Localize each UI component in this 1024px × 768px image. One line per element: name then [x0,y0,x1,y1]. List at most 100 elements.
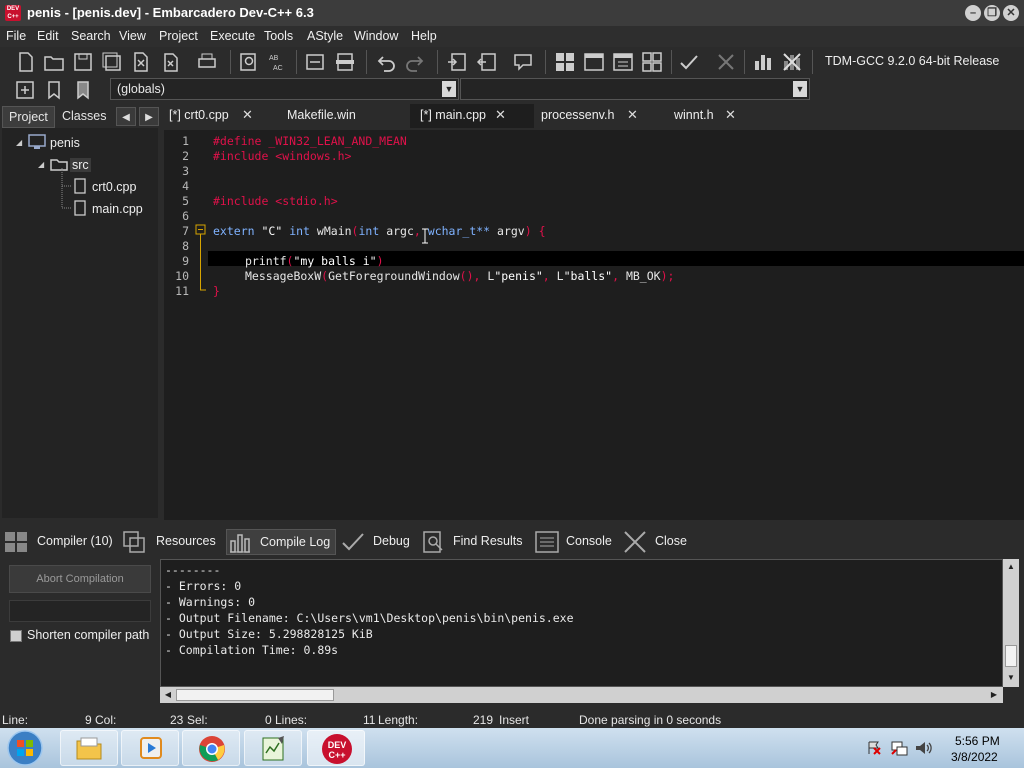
tab-processenv[interactable]: processenv.h [541,108,614,122]
start-button-icon[interactable] [3,729,47,767]
scroll-right-icon[interactable]: ▶ [987,688,1001,702]
close-tab-icon[interactable]: ✕ [242,107,253,123]
syntax-check-icon[interactable] [678,51,700,73]
menu-help[interactable]: Help [411,29,437,43]
menu-astyle[interactable]: AStyle [307,29,343,43]
menu-edit[interactable]: Edit [37,29,59,43]
function-combo[interactable]: ▼ [460,78,810,100]
close-all-icon[interactable] [159,51,181,73]
taskbar-explorer[interactable] [60,730,118,766]
clock-date[interactable]: 3/8/2022 [951,750,998,764]
scroll-down-icon[interactable]: ▼ [1004,671,1018,685]
indent-icon[interactable] [446,51,468,73]
save-icon[interactable] [72,51,94,73]
chevron-left-icon[interactable]: ◀ [116,107,136,126]
compile-run-icon[interactable] [612,51,634,73]
taskbar-media-player[interactable] [121,730,179,766]
clock-time[interactable]: 5:56 PM [955,734,1000,748]
tab-classes[interactable]: Classes [56,106,112,126]
replace-icon[interactable]: AB AC [267,51,289,73]
taskbar-notepad[interactable] [244,730,302,766]
maximize-button[interactable]: ❐ [984,5,1000,21]
scroll-left-icon[interactable]: ◀ [161,688,175,702]
open-folder-icon[interactable] [43,51,65,73]
taskbar-chrome[interactable] [182,730,240,766]
new-file-icon[interactable] [15,51,37,73]
tab-makefile[interactable]: Makefile.win [287,108,356,122]
delete-profile-icon[interactable] [781,51,803,73]
tab-find-results[interactable]: Find Results [421,529,527,555]
menu-tools[interactable]: Tools [264,29,293,43]
close-tab-icon[interactable]: ✕ [627,107,638,123]
close-tab-icon[interactable]: ✕ [725,107,736,123]
chevron-down-icon[interactable]: ▼ [442,81,456,97]
tab-winnt[interactable]: winnt.h [674,108,714,122]
compile-log-output[interactable]: -------- - Errors: 0 - Warnings: 0 - Out… [160,559,1003,687]
bookmark-icon[interactable] [43,79,65,101]
stop-execution-icon[interactable] [715,51,737,73]
tab-debug-label: Debug [373,534,410,548]
log-horizontal-scrollbar[interactable]: ◀ ▶ [160,687,1003,703]
toolbar-separator [744,50,745,74]
menu-window[interactable]: Window [354,29,398,43]
undo-icon[interactable] [375,51,397,73]
compiler-set-label[interactable]: TDM-GCC 9.2.0 64-bit Release [825,54,999,68]
code-line-7: extern "C" int wMain(int argc, wchar_t**… [213,224,546,238]
menu-search[interactable]: Search [71,29,111,43]
log-vertical-scrollbar[interactable]: ▲ ▼ [1003,559,1019,687]
save-all-icon[interactable] [101,51,123,73]
chevron-down-icon[interactable]: ▼ [793,81,807,97]
scroll-up-icon[interactable]: ▲ [1004,560,1018,574]
find-icon[interactable] [238,51,260,73]
menu-project[interactable]: Project [159,29,198,43]
close-file-icon[interactable] [130,51,152,73]
tab-compile-log[interactable]: Compile Log [226,529,336,555]
goto-line-icon[interactable] [304,51,326,73]
scrollbar-thumb[interactable] [1005,645,1017,667]
print-icon[interactable] [196,51,218,73]
file-icon [74,200,86,216]
abort-compilation-button[interactable]: Abort Compilation [9,565,151,593]
minimize-button[interactable]: – [965,5,981,21]
network-icon[interactable] [890,739,908,757]
unindent-icon[interactable] [476,51,498,73]
tab-resources[interactable]: Resources [122,529,222,555]
tab-close[interactable]: Close [622,529,692,555]
expand-arrow-icon[interactable]: ◢ [16,138,22,147]
expand-arrow-icon[interactable]: ◢ [38,160,44,169]
compile-icon[interactable] [554,51,576,73]
action-center-icon[interactable] [866,740,882,756]
tab-project[interactable]: Project [2,106,55,128]
profile-icon[interactable] [752,51,774,73]
close-window-button[interactable]: ✕ [1003,5,1019,21]
shorten-path-checkbox[interactable] [10,630,22,642]
menu-file[interactable]: File [6,29,26,43]
fold-marker-icon[interactable] [195,224,207,294]
str: "penis" [494,269,543,283]
scope-combo[interactable]: (globals) ▼ [110,78,459,100]
rebuild-all-icon[interactable] [641,51,663,73]
volume-icon[interactable] [914,739,932,757]
scrollbar-thumb[interactable] [176,689,334,701]
resources-icon [123,531,145,553]
tab-console[interactable]: Console [534,529,616,555]
tree-project-penis[interactable]: penis [50,136,80,150]
tab-crt0[interactable]: [*] crt0.cpp [169,108,229,122]
close-tab-icon[interactable]: ✕ [495,107,506,123]
toggle-bookmark-icon[interactable] [334,51,356,73]
chevron-right-icon[interactable]: ▶ [139,107,159,126]
tree-file-main[interactable]: main.cpp [92,202,143,216]
run-icon[interactable] [583,51,605,73]
taskbar-devcpp[interactable]: DEV C++ [307,730,365,766]
tree-file-crt0[interactable]: crt0.cpp [92,180,136,194]
tab-compiler[interactable]: Compiler (10) [4,529,116,555]
tab-main[interactable]: [*] main.cpp [420,108,486,122]
code-editor[interactable]: 1 2 3 4 5 6 7 8 9 10 11 #define _WIN32_L… [164,130,1024,520]
menu-execute[interactable]: Execute [210,29,255,43]
menu-view[interactable]: View [119,29,146,43]
insert-icon[interactable] [14,79,36,101]
tab-debug[interactable]: Debug [340,529,414,555]
comment-icon[interactable] [512,51,534,73]
goto-bookmark-icon[interactable] [72,79,94,101]
redo-icon[interactable] [404,51,426,73]
